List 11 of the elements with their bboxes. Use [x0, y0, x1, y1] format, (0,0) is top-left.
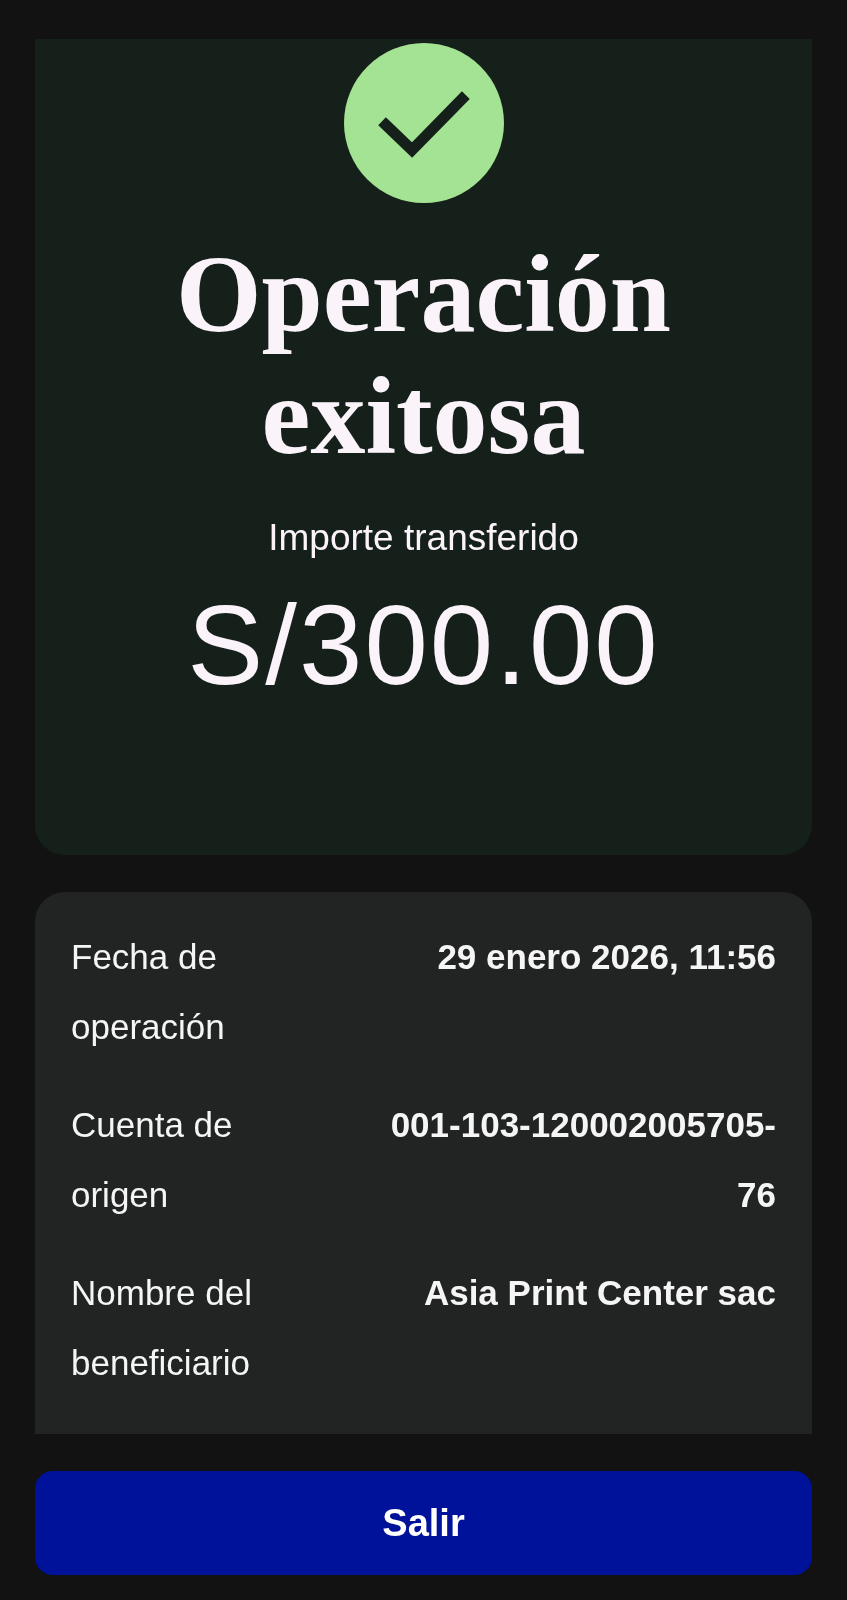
- detail-label: Cuenta de origen: [71, 1104, 234, 1216]
- detail-label: Fecha de operación: [71, 936, 226, 1048]
- detail-value: 29 enero 2026, 11:56: [436, 936, 776, 978]
- exit-button[interactable]: Salir: [35, 1471, 812, 1575]
- amount-value: S/300.00: [187, 580, 660, 710]
- result-title: Operación exitosa: [175, 233, 672, 477]
- amount-label: Importe transferido: [268, 517, 579, 559]
- detail-label: Nombre del beneficiario: [71, 1272, 253, 1384]
- detail-value: Asia Print Center sac: [422, 1272, 776, 1314]
- checkmark-icon: [343, 43, 504, 203]
- detail-value: 001-103-120002005705-76: [389, 1104, 776, 1216]
